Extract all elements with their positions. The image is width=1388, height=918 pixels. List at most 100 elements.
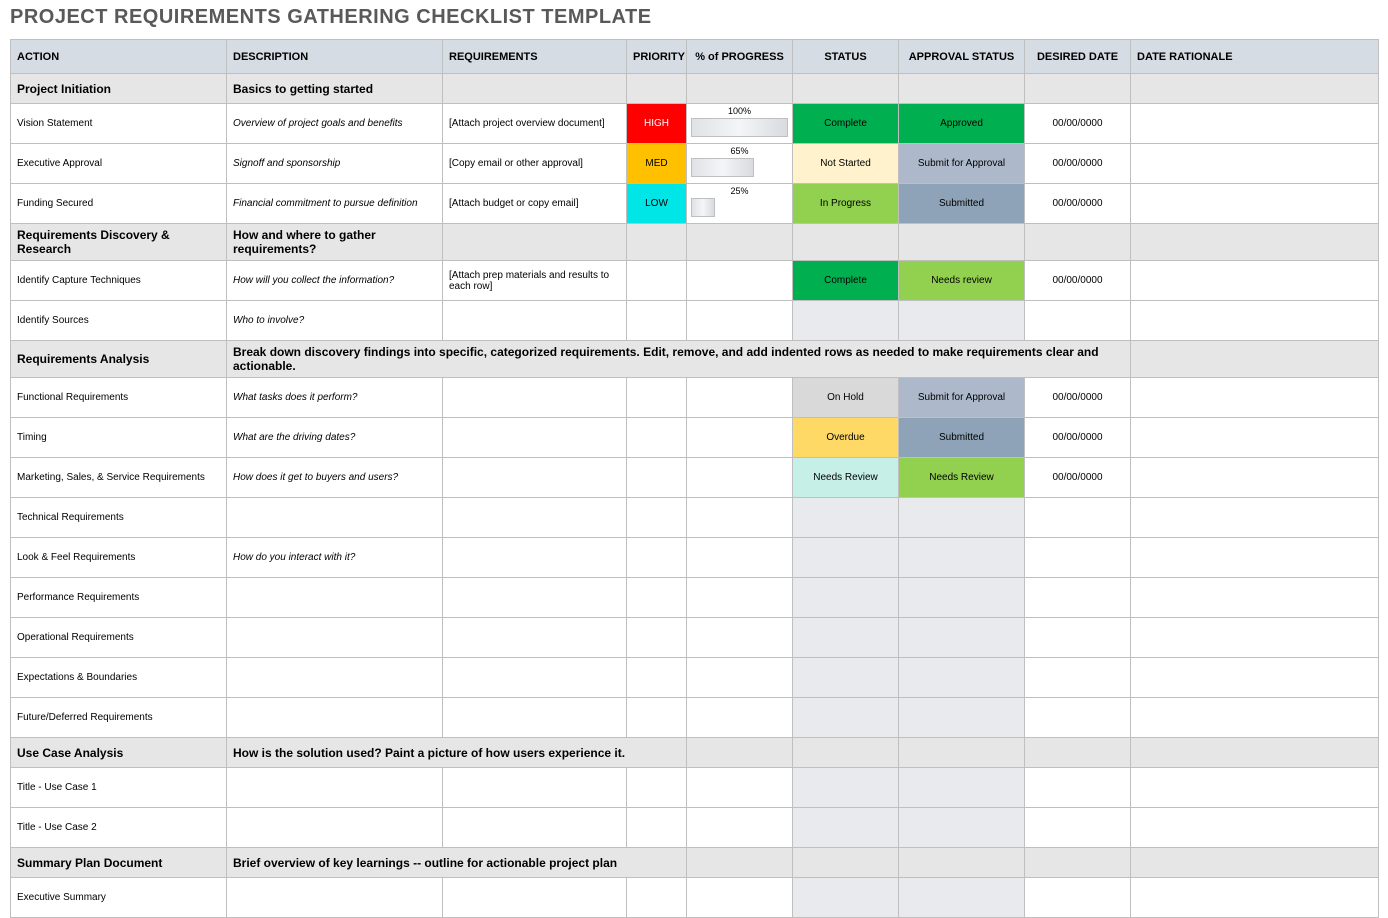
cell-approval[interactable]: Submitted [899, 184, 1025, 224]
cell-progress[interactable] [687, 261, 793, 301]
cell-approval[interactable]: Submitted [899, 418, 1025, 458]
cell-req[interactable] [443, 698, 627, 738]
cell-status[interactable] [793, 768, 899, 808]
cell-action[interactable]: Marketing, Sales, & Service Requirements [11, 458, 227, 498]
cell-action[interactable]: Executive Approval [11, 144, 227, 184]
cell-rationale[interactable] [1131, 378, 1379, 418]
cell-status[interactable]: Not Started [793, 144, 899, 184]
cell-progress[interactable] [687, 458, 793, 498]
cell-date[interactable]: 00/00/0000 [1025, 144, 1131, 184]
cell-desc[interactable]: How will you collect the information? [227, 261, 443, 301]
cell-priority[interactable] [627, 538, 687, 578]
cell-req[interactable] [443, 808, 627, 848]
cell-status[interactable]: On Hold [793, 378, 899, 418]
cell-desc[interactable]: Signoff and sponsorship [227, 144, 443, 184]
cell-progress[interactable] [687, 498, 793, 538]
cell-status[interactable] [793, 301, 899, 341]
cell-approval[interactable] [899, 768, 1025, 808]
cell-req[interactable] [443, 378, 627, 418]
cell-priority[interactable] [627, 878, 687, 918]
cell-rationale[interactable] [1131, 618, 1379, 658]
cell-approval[interactable] [899, 578, 1025, 618]
cell-action[interactable]: Title - Use Case 1 [11, 768, 227, 808]
cell-approval[interactable] [899, 498, 1025, 538]
cell-action[interactable]: Timing [11, 418, 227, 458]
cell-status[interactable] [793, 878, 899, 918]
cell-req[interactable] [443, 658, 627, 698]
cell-date[interactable] [1025, 878, 1131, 918]
cell-desc[interactable] [227, 878, 443, 918]
cell-status[interactable] [793, 658, 899, 698]
cell-priority[interactable] [627, 261, 687, 301]
cell-req[interactable] [443, 578, 627, 618]
cell-progress[interactable] [687, 618, 793, 658]
cell-desc[interactable] [227, 658, 443, 698]
cell-progress[interactable]: 100% [687, 104, 793, 144]
cell-rationale[interactable] [1131, 301, 1379, 341]
cell-req[interactable]: [Attach budget or copy email] [443, 184, 627, 224]
cell-date[interactable]: 00/00/0000 [1025, 418, 1131, 458]
cell-priority[interactable] [627, 658, 687, 698]
cell-date[interactable] [1025, 768, 1131, 808]
cell-action[interactable]: Executive Summary [11, 878, 227, 918]
cell-rationale[interactable] [1131, 808, 1379, 848]
cell-status[interactable] [793, 618, 899, 658]
cell-priority[interactable] [627, 698, 687, 738]
cell-action[interactable]: Vision Statement [11, 104, 227, 144]
cell-approval[interactable] [899, 698, 1025, 738]
cell-progress[interactable] [687, 378, 793, 418]
cell-rationale[interactable] [1131, 658, 1379, 698]
cell-progress[interactable] [687, 698, 793, 738]
cell-action[interactable]: Funding Secured [11, 184, 227, 224]
cell-desc[interactable]: Financial commitment to pursue definitio… [227, 184, 443, 224]
cell-action[interactable]: Identify Capture Techniques [11, 261, 227, 301]
cell-action[interactable]: Expectations & Boundaries [11, 658, 227, 698]
cell-req[interactable] [443, 878, 627, 918]
cell-date[interactable] [1025, 578, 1131, 618]
cell-date[interactable] [1025, 658, 1131, 698]
cell-status[interactable] [793, 698, 899, 738]
cell-status[interactable]: Complete [793, 104, 899, 144]
cell-priority[interactable] [627, 301, 687, 341]
cell-priority[interactable] [627, 808, 687, 848]
cell-approval[interactable]: Submit for Approval [899, 378, 1025, 418]
cell-req[interactable] [443, 538, 627, 578]
cell-action[interactable]: Identify Sources [11, 301, 227, 341]
cell-date[interactable] [1025, 618, 1131, 658]
cell-rationale[interactable] [1131, 144, 1379, 184]
cell-desc[interactable]: How do you interact with it? [227, 538, 443, 578]
cell-approval[interactable]: Needs review [899, 261, 1025, 301]
cell-action[interactable]: Operational Requirements [11, 618, 227, 658]
cell-req[interactable] [443, 618, 627, 658]
cell-approval[interactable] [899, 538, 1025, 578]
cell-rationale[interactable] [1131, 538, 1379, 578]
cell-progress[interactable] [687, 418, 793, 458]
cell-action[interactable]: Title - Use Case 2 [11, 808, 227, 848]
cell-rationale[interactable] [1131, 261, 1379, 301]
cell-req[interactable] [443, 301, 627, 341]
cell-approval[interactable] [899, 878, 1025, 918]
cell-priority[interactable] [627, 378, 687, 418]
cell-progress[interactable] [687, 301, 793, 341]
cell-status[interactable]: Complete [793, 261, 899, 301]
cell-priority[interactable]: HIGH [627, 104, 687, 144]
cell-desc[interactable]: What tasks does it perform? [227, 378, 443, 418]
cell-desc[interactable]: What are the driving dates? [227, 418, 443, 458]
cell-desc[interactable] [227, 618, 443, 658]
cell-status[interactable] [793, 498, 899, 538]
cell-approval[interactable] [899, 301, 1025, 341]
cell-progress[interactable] [687, 768, 793, 808]
cell-priority[interactable] [627, 578, 687, 618]
cell-req[interactable] [443, 498, 627, 538]
cell-req[interactable] [443, 458, 627, 498]
cell-rationale[interactable] [1131, 458, 1379, 498]
cell-progress[interactable]: 25% [687, 184, 793, 224]
cell-date[interactable] [1025, 538, 1131, 578]
cell-approval[interactable]: Submit for Approval [899, 144, 1025, 184]
cell-date[interactable]: 00/00/0000 [1025, 104, 1131, 144]
cell-rationale[interactable] [1131, 184, 1379, 224]
cell-status[interactable] [793, 538, 899, 578]
cell-desc[interactable] [227, 578, 443, 618]
cell-action[interactable]: Look & Feel Requirements [11, 538, 227, 578]
cell-date[interactable]: 00/00/0000 [1025, 458, 1131, 498]
